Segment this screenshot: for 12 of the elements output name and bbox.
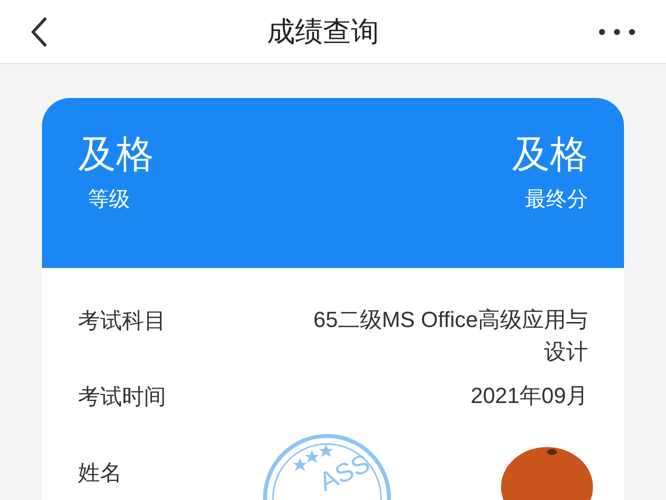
field-value: 2021年09月 bbox=[470, 382, 588, 410]
grade-label: 最终分 bbox=[525, 187, 588, 213]
field-label: 姓名 bbox=[78, 459, 122, 487]
grade-value: 及格 bbox=[512, 136, 588, 174]
field-value: 65二级MS Office高级应用与设计 bbox=[312, 306, 588, 366]
grade-value: 及格 bbox=[78, 136, 154, 174]
grade-label: 等级 bbox=[87, 187, 130, 213]
back-icon[interactable] bbox=[30, 16, 48, 46]
page-title: 成绩查询 bbox=[267, 14, 379, 48]
field-label: 考试科目 bbox=[78, 307, 166, 335]
field-label: 考试时间 bbox=[78, 383, 166, 411]
more-icon[interactable] bbox=[598, 28, 636, 36]
